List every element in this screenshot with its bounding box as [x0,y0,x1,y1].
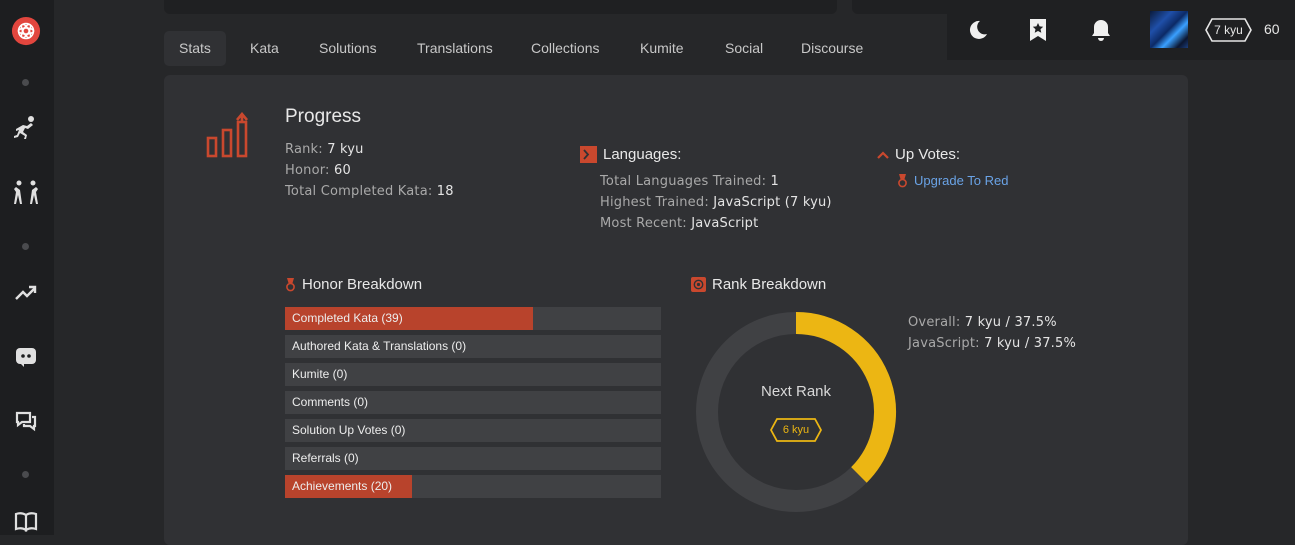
honor-bar: Authored Kata & Translations (0) [285,335,661,358]
rank-badge: 7 kyu [1205,18,1252,42]
rank-breakdown-heading: Rank Breakdown [691,276,826,293]
honor-bar-label: Referrals (0) [292,451,359,465]
languages-total-line: Total Languages Trained: 1 [600,174,779,189]
previous-card [852,0,952,14]
completed-label: Total Completed Kata: [285,184,433,199]
completed-line: Total Completed Kata: 18 [285,184,454,199]
languages-total-value: 1 [770,174,780,189]
rank-label: Rank: [285,142,323,157]
target-icon [691,277,706,292]
languages-recent-value: JavaScript [691,216,759,231]
rank-progress-donut [696,312,896,512]
rank-badge-label: 7 kyu [1214,23,1243,37]
honor-count: 60 [1264,21,1280,37]
leaderboard-icon[interactable] [11,278,41,308]
honor-bar-label: Authored Kata & Translations (0) [292,339,467,353]
codewars-logo-icon[interactable] [11,16,41,46]
left-sidebar [0,0,54,535]
tab-social[interactable]: Social [710,31,778,66]
divider-dot [22,79,29,86]
tab-collections[interactable]: Collections [516,31,614,66]
honor-breakdown-title: Honor Breakdown [302,276,423,293]
honor-value: 60 [333,163,351,178]
upgrade-link-row: Upgrade To Red [897,173,1008,188]
avatar[interactable] [1150,11,1188,48]
medal-icon [286,278,295,292]
honor-breakdown-heading: Honor Breakdown [285,276,422,293]
practice-icon[interactable] [11,177,41,207]
honor-bar: Achievements (20) [285,475,661,498]
languages-highest-line: Highest Trained: JavaScript (7 kyu) [600,195,832,210]
javascript-rank-value: 7 kyu / 37.5% [984,336,1077,351]
moon-icon[interactable] [962,14,994,46]
tab-kumite[interactable]: Kumite [625,31,699,66]
honor-bar: Solution Up Votes (0) [285,419,661,442]
languages-total-label: Total Languages Trained: [600,174,767,189]
progress-chart-icon [205,111,259,163]
honor-bar-label: Achievements (20) [292,479,393,493]
discussions-icon[interactable] [11,406,41,436]
rank-breakdown-title: Rank Breakdown [712,276,827,293]
javascript-rank-line: JavaScript: 7 kyu / 37.5% [908,336,1076,351]
overall-value: 7 kyu / 37.5% [964,315,1057,330]
languages-title: Languages: [603,146,682,163]
medal-icon [898,174,907,188]
honor-bar-label: Solution Up Votes (0) [292,423,406,437]
tab-stats[interactable]: Stats [164,31,226,66]
terminal-icon [580,146,597,163]
languages-recent-line: Most Recent: JavaScript [600,216,758,231]
honor-bar-label: Kumite (0) [292,367,348,381]
honor-label: Honor: [285,163,330,178]
honor-bar-label: Completed Kata (39) [292,311,403,325]
upvotes-title: Up Votes: [895,146,961,163]
overall-line: Overall: 7 kyu / 37.5% [908,315,1057,330]
upgrade-to-red-link[interactable]: Upgrade To Red [914,173,1008,188]
tab-discourse[interactable]: Discourse [786,31,878,66]
tab-kata[interactable]: Kata [235,31,294,66]
honor-bar: Completed Kata (39) [285,307,661,330]
honor-bar: Comments (0) [285,391,661,414]
tab-translations[interactable]: Translations [402,31,508,66]
honor-bar: Referrals (0) [285,447,661,470]
discord-icon[interactable] [11,342,41,372]
honor-bar-label: Comments (0) [292,395,369,409]
progress-title: Progress [285,106,362,127]
completed-value: 18 [436,184,454,199]
languages-highest-label: Highest Trained: [600,195,709,210]
languages-heading: Languages: [580,146,681,163]
next-rank-label: Next Rank [760,383,832,400]
divider-dot [22,243,29,250]
honor-bar: Kumite (0) [285,363,661,386]
divider-dot [22,471,29,478]
overall-label: Overall: [908,315,961,330]
docs-icon[interactable] [11,506,41,536]
upvotes-heading: Up Votes: [877,146,960,163]
chevron-up-icon [877,150,889,159]
honor-line: Honor: 60 [285,163,351,178]
next-rank-value: 6 kyu [782,424,810,436]
bookmark-icon[interactable] [1022,14,1054,46]
languages-highest-value: JavaScript (7 kyu) [713,195,832,210]
training-icon[interactable] [11,113,41,143]
javascript-rank-label: JavaScript: [908,336,980,351]
rank-line: Rank: 7 kyu [285,142,364,157]
next-rank-badge: 6 kyu [770,418,822,442]
rank-value: 7 kyu [327,142,364,157]
languages-recent-label: Most Recent: [600,216,687,231]
previous-card [164,0,837,14]
bell-icon[interactable] [1085,14,1117,46]
tab-solutions[interactable]: Solutions [304,31,392,66]
